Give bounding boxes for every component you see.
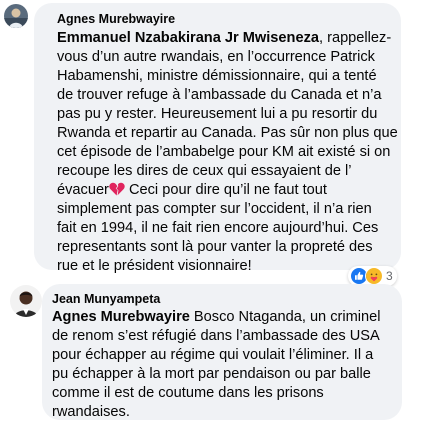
comment-line: pas pu y rester. Heureusement lui a pu r…: [57, 106, 378, 122]
comment-line: de trouver refuge à l’ambassade du Canad…: [57, 87, 382, 103]
care-icon: [365, 267, 383, 285]
comment-line: Agnes Murebwayire Bosco Ntaganda, un cri…: [52, 309, 381, 325]
comment-author[interactable]: Agnes Murebwayire: [57, 11, 389, 27]
comment-line: representants sont là pour vanter la pro…: [57, 239, 373, 255]
comment-line: Habamenshi, ministre démissionnaire, qui…: [57, 68, 377, 84]
comment-line: cet épisode de l’ambabelge pour KM ait e…: [57, 144, 391, 160]
comment-line: rwandaises.: [52, 404, 130, 420]
comment-line: Rwanda et repartir au Canada. Pas sûr no…: [57, 125, 398, 141]
reaction-summary[interactable]: 3: [348, 266, 397, 286]
comment-line: Emmanuel Nzabakirana Jr Mwiseneza, rappe…: [57, 30, 392, 46]
comment-body: Agnes Murebwayire Bosco Ntaganda, un cri…: [52, 308, 392, 422]
comment-thread: Agnes Murebwayire Emmanuel Nzabakirana J…: [0, 0, 425, 427]
comment-line: recoupe les dires de ceux qui essayaient…: [57, 163, 352, 179]
comment-line: pu échapper à la mort par pendaison ou p…: [52, 366, 371, 382]
reaction-count: 3: [386, 269, 393, 283]
broken-heart-icon: [109, 182, 125, 196]
comment-line: vous d’un autre rwandais, en l’occurrenc…: [57, 49, 375, 65]
avatar[interactable]: [4, 4, 28, 28]
avatar[interactable]: [10, 285, 42, 317]
comment-line: comme il est de coutume dans les prisons: [52, 385, 324, 401]
comment-line: évacuer Ceci pour dire qu’il ne faut tou…: [57, 182, 327, 198]
comment-bubble: Agnes Murebwayire Emmanuel Nzabakirana J…: [34, 3, 401, 274]
mention-link[interactable]: Emmanuel Nzabakirana Jr Mwiseneza: [57, 30, 319, 46]
profile-photo-icon: [10, 285, 42, 317]
comment-line: de renom s’est réfugié dans l’ambassade …: [52, 328, 380, 344]
profile-photo-icon: [4, 4, 28, 28]
comment-line: simplement pas compter sur l’occident, i…: [57, 201, 372, 217]
mention-link[interactable]: Agnes Murebwayire: [52, 309, 190, 325]
comment-bubble: Jean Munyampeta Agnes Murebwayire Bosco …: [42, 284, 402, 420]
comment-line: pour échapper au régime qui voulait l’él…: [52, 347, 374, 363]
comment-line: rue et le président visionnaire!: [57, 258, 252, 274]
comment-body: Emmanuel Nzabakirana Jr Mwiseneza, rappe…: [57, 29, 398, 276]
comment-line: fait en 1994, il ne fait rien encore auj…: [57, 220, 379, 236]
comment-author[interactable]: Jean Munyampeta: [52, 291, 392, 307]
